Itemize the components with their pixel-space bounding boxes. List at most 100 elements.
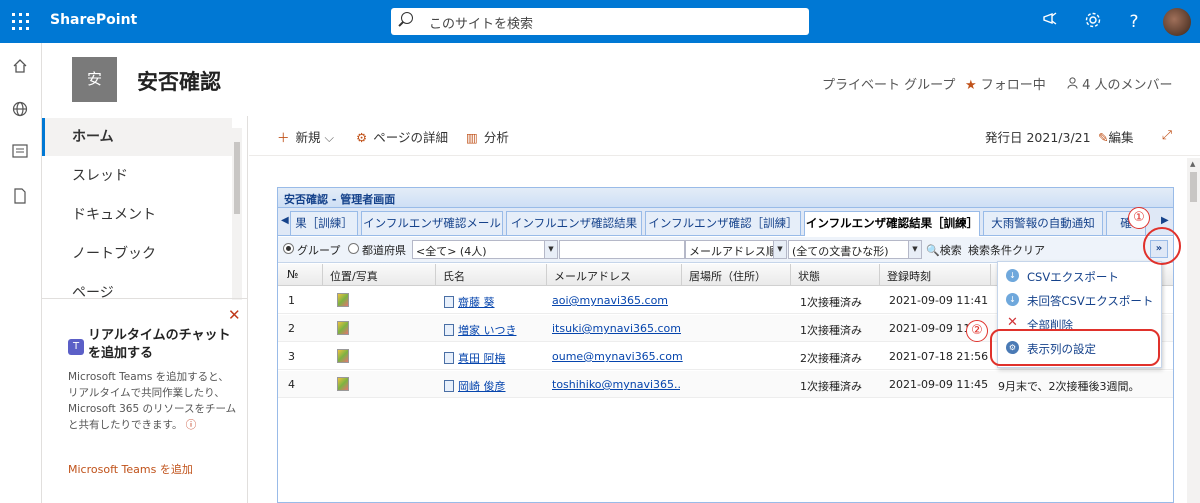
settings-icon: ⚙ [356, 130, 368, 145]
export-icon: ↓ [1006, 269, 1019, 282]
nav-item-notebook[interactable]: ノートブック [42, 235, 232, 273]
map-photo-icon[interactable] [337, 377, 349, 391]
tab-heavy-rain[interactable]: 大雨警報の自動通知 [983, 211, 1103, 235]
menu-item-unanswered-csv-export[interactable]: ↓ 未回答CSVエクスポート [998, 288, 1161, 312]
news-icon[interactable] [11, 144, 29, 162]
cell-name[interactable]: 真田 阿梅 [444, 350, 506, 366]
teams-icon: T [68, 339, 84, 355]
tab-strip: ◀ 果［訓練］ インフルエンザ確認メール インフルエンザ確認結果 インフルエンザ… [278, 208, 1173, 236]
table-row[interactable]: 4 岡崎 俊彦 toshihiko@mynavi365.... 1次接種済み 2… [278, 371, 1173, 398]
tab-flu-confirm-drill[interactable]: インフルエンザ確認［訓練］ [645, 211, 801, 235]
document-icon [444, 324, 454, 336]
tab-result-drill[interactable]: 果［訓練］ [290, 211, 358, 235]
follow-button[interactable]: ★ フォロー中 [965, 74, 1046, 93]
expand-icon[interactable]: ⤢ [1162, 127, 1172, 143]
document-icon [444, 352, 454, 364]
cell-no: 4 [288, 378, 295, 391]
cell-no: 2 [288, 322, 295, 335]
chevron-down-icon: ⌵ [324, 130, 334, 145]
members-button[interactable]: 4 人のメンバー [1067, 74, 1173, 93]
page-details-button[interactable]: ⚙ ページの詳細 [356, 127, 448, 146]
file-icon[interactable] [11, 188, 29, 206]
nav-scrollbar[interactable] [232, 128, 242, 300]
cell-email[interactable]: aoi@mynavi365.com [552, 294, 668, 307]
cell-status: 2次接種済み [800, 352, 862, 365]
nav-item-pages[interactable]: ページ [42, 274, 232, 298]
tab-scroll-left-icon[interactable]: ◀ [281, 215, 289, 226]
info-icon: ⓘ [185, 419, 197, 431]
chevron-down-icon: ▼ [544, 241, 557, 258]
person-icon [1067, 77, 1082, 93]
members-label: 4 人のメンバー [1082, 78, 1173, 93]
col-name[interactable]: 氏名 [443, 268, 465, 284]
tab-flu-result-drill[interactable]: インフルエンザ確認結果［訓練］ [804, 211, 980, 236]
nav-item-threads[interactable]: スレッド [42, 157, 232, 195]
document-icon [444, 296, 454, 308]
search-button[interactable]: 🔍検索 [926, 242, 962, 258]
cell-email[interactable]: oume@mynavi365.com [552, 350, 683, 363]
keyword-input[interactable] [559, 240, 685, 259]
analytics-button[interactable]: ▥ 分析 [466, 127, 509, 146]
document-icon [444, 380, 454, 392]
template-select[interactable]: (全ての文書ひな形) ▼ [788, 240, 922, 259]
edit-button[interactable]: ✎編集 [1098, 127, 1134, 146]
star-icon: ★ [965, 78, 977, 93]
cell-name[interactable]: 齋藤 葵 [444, 294, 495, 310]
cell-name[interactable]: 増家 いつき [444, 322, 517, 338]
site-logo[interactable]: 安 [72, 57, 117, 102]
follow-label: フォロー中 [980, 78, 1046, 93]
panel-title: 安否確認 - 管理者画面 [278, 188, 1173, 208]
cell-no: 1 [288, 294, 295, 307]
nav-item-documents[interactable]: ドキュメント [42, 196, 232, 234]
map-photo-icon[interactable] [337, 349, 349, 363]
menu-item-csv-export[interactable]: ↓ CSVエクスポート [998, 264, 1161, 288]
globe-icon[interactable] [11, 101, 29, 119]
user-avatar[interactable] [1163, 8, 1191, 36]
tab-flu-result[interactable]: インフルエンザ確認結果 [506, 211, 642, 235]
gear-icon[interactable] [1082, 11, 1104, 33]
clear-search-button[interactable]: 検索条件クリア [968, 242, 1045, 258]
export-icon: ↓ [1006, 293, 1019, 306]
chevron-down-icon: ▼ [773, 241, 786, 258]
help-icon[interactable]: ? [1123, 11, 1145, 33]
col-email[interactable]: メールアドレス [554, 268, 631, 284]
map-photo-icon[interactable] [337, 293, 349, 307]
col-no[interactable]: № [287, 268, 298, 281]
col-photo[interactable]: 位置/写真 [330, 268, 378, 284]
sort-select[interactable]: メールアドレス順 ▼ [685, 240, 787, 259]
cell-email[interactable]: toshihiko@mynavi365.... [552, 378, 680, 391]
group-select[interactable]: <全て> (4人) ▼ [412, 240, 558, 259]
map-photo-icon[interactable] [337, 321, 349, 335]
callout-number-1: ① [1128, 207, 1150, 229]
tab-flu-mail[interactable]: インフルエンザ確認メール [361, 211, 503, 235]
col-address[interactable]: 居場所（住所） [689, 268, 766, 284]
tab-scroll-right-icon[interactable]: ▶ [1161, 215, 1169, 226]
teams-promo: ✕ T リアルタイムのチャットを追加する Microsoft Teams を追加… [42, 298, 247, 503]
nav-item-home[interactable]: ホーム [42, 118, 232, 156]
megaphone-icon[interactable] [1040, 11, 1062, 33]
left-navigation: ホーム スレッド ドキュメント ノートブック ページ ✕ T リアルタイムのチャ… [42, 116, 248, 503]
site-title[interactable]: 安否確認 [137, 66, 221, 96]
radio-group-label: グループ [297, 244, 341, 257]
radio-prefecture[interactable] [348, 243, 359, 254]
group-type: プライベート グループ [822, 78, 956, 93]
brand-title[interactable]: SharePoint [50, 12, 137, 28]
published-date: 発行日 2021/3/21 [985, 130, 1091, 145]
callout-highlight-column-settings [990, 329, 1160, 366]
new-button[interactable]: ＋新規 ⌵ [277, 127, 334, 146]
cell-name[interactable]: 岡崎 俊彦 [444, 378, 506, 394]
radio-group[interactable] [283, 243, 294, 254]
search-icon: 🔍 [926, 244, 940, 257]
app-launcher-icon[interactable] [12, 13, 29, 30]
close-icon[interactable]: ✕ [228, 306, 241, 324]
home-icon[interactable] [11, 58, 29, 76]
filter-toolbar: グループ 都道府県 <全て> (4人) ▼ メールアドレス順 ▼ (全ての文書ひな形… [278, 237, 1173, 263]
col-registered[interactable]: 登録時刻 [887, 268, 931, 284]
col-status[interactable]: 状態 [798, 268, 820, 284]
search-box[interactable]: このサイトを検索 [391, 8, 809, 35]
cell-time: 2021-07-18 21:56... [889, 350, 989, 363]
main-scrollbar[interactable]: ▲ [1187, 158, 1200, 503]
cell-email[interactable]: itsuki@mynavi365.com [552, 322, 681, 335]
cell-status: 1次接種済み [800, 324, 862, 337]
add-teams-link[interactable]: Microsoft Teams を追加 [68, 461, 193, 477]
